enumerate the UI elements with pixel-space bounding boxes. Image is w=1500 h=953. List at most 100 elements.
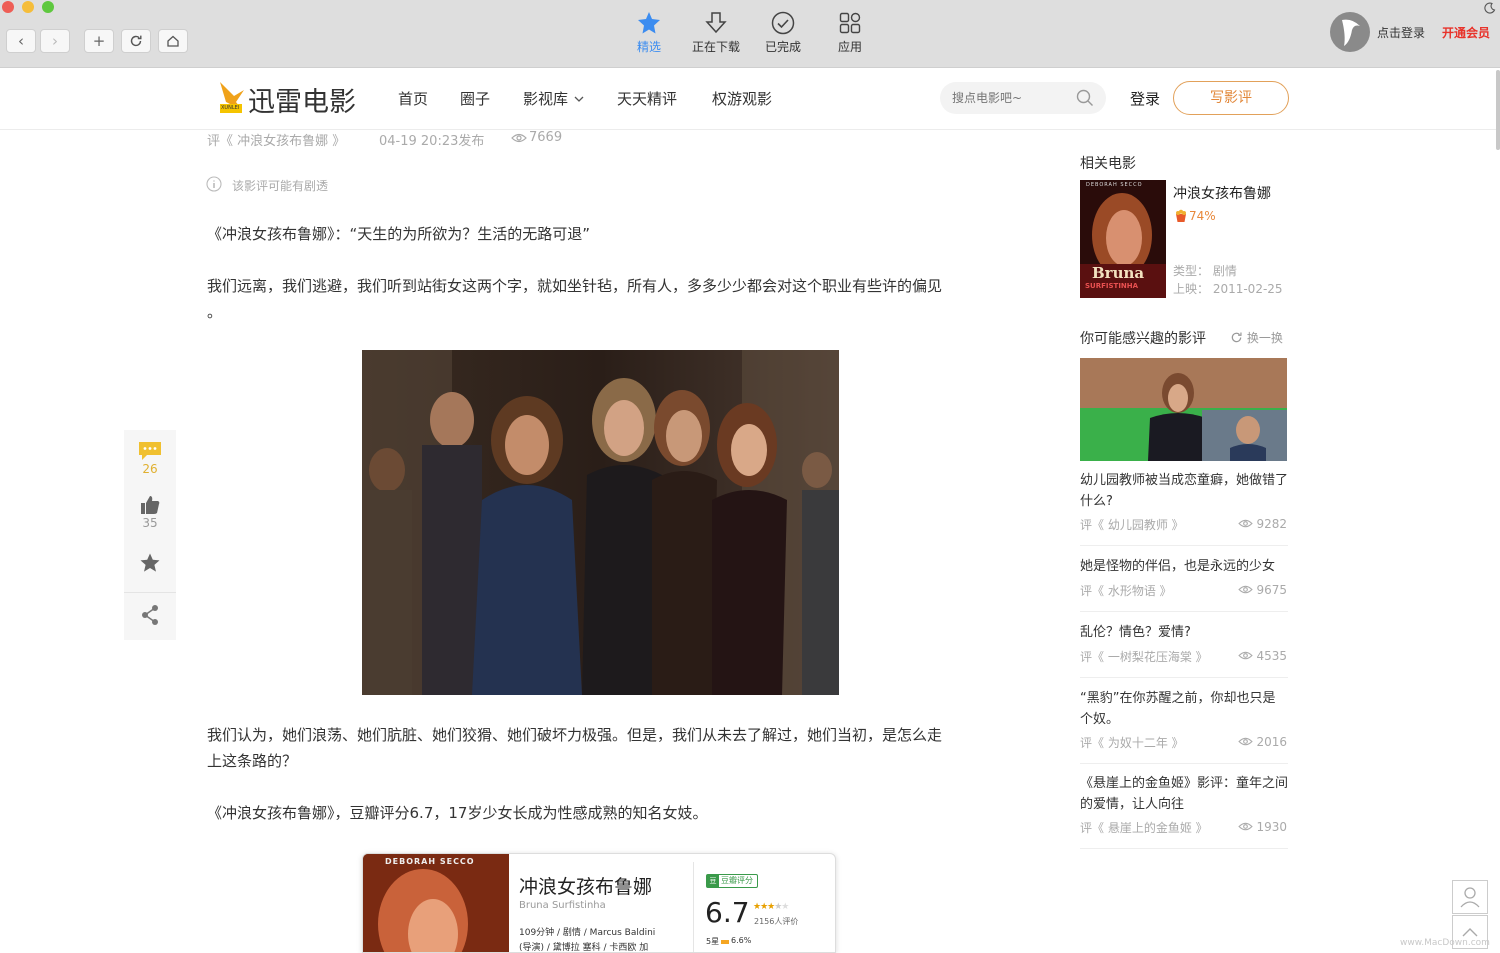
vip-link[interactable]: 开通会员 [1442, 24, 1490, 41]
eye-icon [1237, 737, 1253, 746]
paragraph-4: 《冲浪女孩布鲁娜》，豆瓣评分6.7，17岁少女长成为性感成熟的知名女妓。 [207, 804, 708, 822]
home-button[interactable] [158, 29, 188, 53]
home-icon [167, 35, 179, 47]
star5-label: 5星 [706, 937, 720, 946]
review-views-count: 9282 [1256, 517, 1287, 531]
review-item-5-source[interactable]: 评《 悬崖上的金鱼姬 》 [1080, 819, 1208, 836]
review-item-3-title[interactable]: 乱伦？情色？爱情? [1080, 622, 1288, 643]
review-item-2-source[interactable]: 评《 水形物语 》 [1080, 582, 1172, 599]
minimize-window-button[interactable] [22, 1, 34, 13]
nav-got[interactable]: 权游观影 [712, 88, 772, 109]
featured-star-icon [638, 12, 660, 34]
spoiler-note: 该影评可能有剧透 [232, 179, 329, 193]
feedback-button[interactable] [1452, 880, 1488, 914]
zoom-window-button[interactable] [42, 1, 54, 13]
review-item-2-views: 9675 [1227, 583, 1287, 597]
review-item-5-views: 1930 [1227, 820, 1287, 834]
review-item-4-views: 2016 [1227, 735, 1287, 749]
reload-button[interactable] [121, 29, 151, 53]
logo-emblem[interactable]: XUNLEI [216, 80, 246, 114]
login-button[interactable]: 登录 [1130, 88, 1160, 109]
nav-library[interactable]: 影视库 [523, 88, 585, 109]
tab-downloading[interactable]: 正在下载 [686, 10, 746, 55]
page-scrollbar[interactable] [1496, 70, 1500, 150]
check-circle-icon [771, 11, 795, 35]
refresh-button[interactable]: 换一换 [1230, 329, 1283, 346]
review-item-4-source[interactable]: 评《 为奴十二年 》 [1080, 734, 1184, 751]
paragraph-1: 《冲浪女孩布鲁娜》：“天生的为所欲为？生活的无路可退” [207, 225, 591, 243]
user-feedback-icon [1460, 887, 1480, 908]
logo-small-text: XUNLEI [221, 105, 240, 111]
site-header: XUNLEI 迅雷电影 首页 圈子 影视库 天天精评 权游观影 登录 写影评 [0, 68, 1500, 130]
share-button[interactable] [124, 604, 176, 626]
forward-button[interactable]: › [40, 29, 70, 53]
avatar[interactable] [1330, 12, 1370, 52]
nav-library-label: 影视库 [523, 90, 569, 108]
related-movie-title[interactable]: 冲浪女孩布鲁娜 [1173, 183, 1271, 203]
tab-featured[interactable]: 精选 [619, 10, 679, 55]
nav-circle[interactable]: 圈子 [460, 88, 490, 109]
interest-heading: 你可能感兴趣的影评 [1080, 331, 1206, 347]
tab-label: 正在下载 [691, 40, 740, 54]
related-movie-genre: 类型： 剧情 [1173, 264, 1237, 278]
like-button[interactable]: 35 [124, 494, 176, 530]
publish-time: 04-19 20:23发布 [379, 134, 485, 149]
tab-completed[interactable]: 已完成 [753, 10, 813, 55]
related-movie-score: 74% [1189, 209, 1216, 223]
like-count: 35 [142, 516, 158, 530]
back-button[interactable]: ‹ [6, 29, 36, 53]
chevron-down-icon [574, 96, 584, 102]
comment-count: 26 [142, 462, 158, 476]
nav-daily-reviews[interactable]: 天天精评 [617, 88, 677, 109]
write-review-button[interactable]: 写影评 [1173, 81, 1289, 115]
view-count: 7669 [529, 130, 563, 145]
poster-title-text: Bruna [1092, 264, 1145, 282]
eye-icon [511, 133, 527, 143]
poster-top-text: DEBORAH SECCO [1086, 182, 1143, 188]
card-subtitle: Bruna Surfistinha [519, 900, 606, 911]
card-title: 冲浪女孩布鲁娜 [519, 876, 653, 898]
movie-still-image [362, 350, 839, 695]
review-item-5-title[interactable]: 《悬崖上的金鱼姬》影评：童年之间的爱情，让人向往 [1080, 773, 1288, 815]
thumbs-up-icon [141, 496, 160, 514]
paragraph-3-line-2: 上这条路的？ [207, 752, 298, 770]
douban-card[interactable]: DEBORAH SECCO 冲浪女孩布鲁娜 Bruna Surfistinha … [362, 853, 836, 953]
watermark-text: www.MacDown.com [1400, 938, 1490, 948]
card-poster-caption: DEBORAH SECCO [385, 857, 475, 866]
douban-logo-icon: 豆 [707, 875, 719, 887]
review-thumbnail[interactable] [1080, 358, 1287, 461]
review-views-count: 4535 [1256, 649, 1287, 663]
review-item-4-title[interactable]: “黑豹”在你苏醒之前，你却也只是个奴。 [1080, 688, 1288, 730]
share-icon [142, 605, 158, 625]
favorite-button[interactable] [124, 552, 176, 574]
star5-percent: 6.6% [731, 936, 752, 945]
floating-actions: 26 35 [124, 430, 176, 640]
tab-apps[interactable]: 应用 [820, 10, 880, 55]
douban-badge-label: 豆瓣评分 [721, 876, 753, 885]
logo-text[interactable]: 迅雷电影 [248, 80, 356, 119]
nav-home[interactable]: 首页 [398, 88, 428, 109]
refresh-icon [1231, 332, 1242, 343]
popcorn-icon [1176, 209, 1186, 222]
related-movie-poster[interactable]: DEBORAH SECCO Bruna SURFISTINHA [1080, 180, 1166, 298]
related-movies-heading: 相关电影 [1080, 156, 1136, 172]
comment-button[interactable]: 26 [124, 440, 176, 476]
review-item-3-source[interactable]: 评《 一树梨花压海棠 》 [1080, 648, 1208, 665]
moon-icon[interactable] [1484, 2, 1496, 14]
poster-subtitle-text: SURFISTINHA [1085, 282, 1139, 290]
paragraph-2-line-2: 。 [207, 303, 223, 321]
rating-count: 2156人评价 [754, 917, 799, 926]
review-item-2-title[interactable]: 她是怪物的伴侣，也是永远的少女 [1080, 556, 1288, 577]
douban-score: 6.7 [705, 896, 750, 929]
review-item-1-views: 9282 [1227, 517, 1287, 531]
tab-label: 应用 [837, 40, 862, 54]
new-tab-button[interactable]: + [84, 29, 114, 53]
review-source[interactable]: 评《 冲浪女孩布鲁娜 》 [207, 130, 345, 149]
search-icon[interactable] [1076, 89, 1094, 107]
login-link[interactable]: 点击登录 [1377, 24, 1425, 41]
refresh-label: 换一换 [1246, 331, 1283, 345]
app-toolbar: ‹ › + 精选 正在下载 已完成 应用 点击登录 开通会员 [0, 0, 1500, 68]
review-item-1-title[interactable]: 幼儿园教师被当成恋童癖，她做错了什么? [1080, 470, 1288, 512]
close-window-button[interactable] [2, 1, 14, 13]
review-item-1-source[interactable]: 评《 幼儿园教师 》 [1080, 516, 1184, 533]
